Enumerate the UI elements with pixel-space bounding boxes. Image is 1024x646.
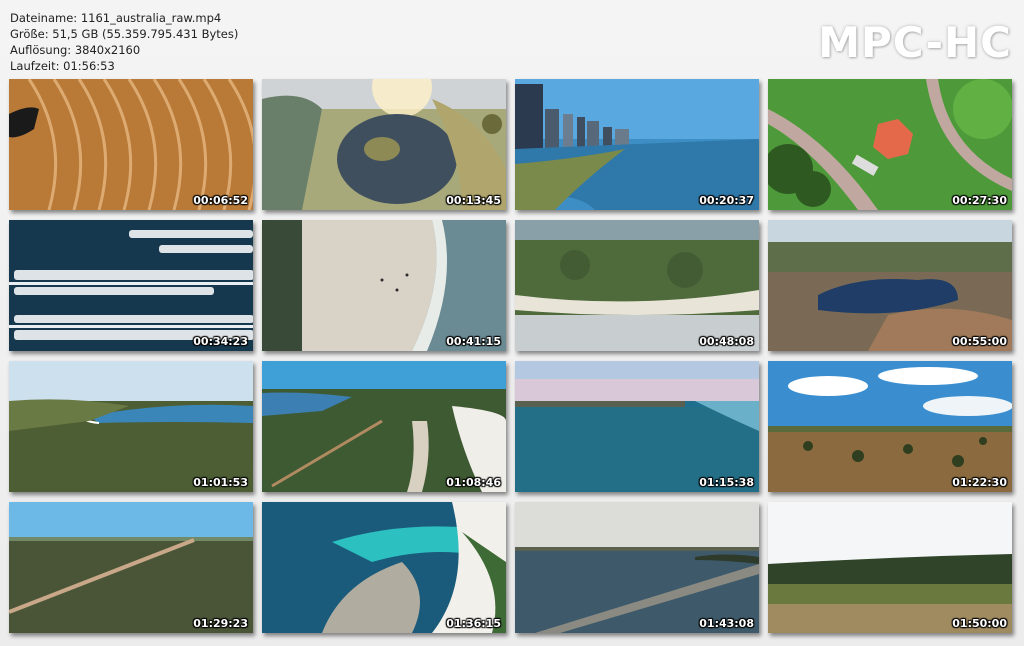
timestamp: 01:29:23 xyxy=(193,617,248,630)
thumbnail-image xyxy=(9,361,253,492)
thumbnail-5[interactable]: 00:34:23 xyxy=(9,220,253,351)
thumbnail-image xyxy=(262,361,506,492)
timestamp: 00:55:00 xyxy=(952,335,1007,348)
thumbnail-image xyxy=(262,220,506,351)
timestamp: 00:20:37 xyxy=(699,194,754,207)
thumbnail-14[interactable]: 01:36:15 xyxy=(262,502,506,633)
thumbnail-1[interactable]: 00:06:52 xyxy=(9,79,253,210)
thumbnail-16[interactable]: 01:50:00 xyxy=(768,502,1012,633)
resolution-text: Auflösung: 3840x2160 xyxy=(10,43,141,57)
timestamp: 01:43:08 xyxy=(699,617,754,630)
file-info-panel: Dateiname: 1161_australia_raw.mp4 Größe:… xyxy=(10,10,238,74)
thumbnail-image xyxy=(768,79,1012,210)
mpc-hc-logo: MPC-HC xyxy=(818,18,1012,67)
thumbnail-image xyxy=(768,361,1012,492)
thumbnail-image xyxy=(515,220,759,351)
timestamp: 01:01:53 xyxy=(193,476,248,489)
thumbnail-7[interactable]: 00:48:08 xyxy=(515,220,759,351)
duration-text: Laufzeit: 01:56:53 xyxy=(10,59,115,73)
thumbnail-15[interactable]: 01:43:08 xyxy=(515,502,759,633)
filesize-text: Größe: 51,5 GB (55.359.795.431 Bytes) xyxy=(10,27,239,41)
thumbnail-8[interactable]: 00:55:00 xyxy=(768,220,1012,351)
thumbnail-image xyxy=(515,502,759,633)
timestamp: 01:50:00 xyxy=(952,617,1007,630)
thumbnail-image xyxy=(262,79,506,210)
thumbnail-6[interactable]: 00:41:15 xyxy=(262,220,506,351)
thumbnail-image xyxy=(768,502,1012,633)
thumbnail-image xyxy=(515,79,759,210)
timestamp: 00:48:08 xyxy=(699,335,754,348)
thumbnail-4[interactable]: 00:27:30 xyxy=(768,79,1012,210)
thumbnail-grid: 00:06:52 00:13:45 00:20:37 00:27:30 00:3… xyxy=(9,79,1012,633)
timestamp: 00:13:45 xyxy=(446,194,501,207)
thumbnail-image xyxy=(262,502,506,633)
thumbnail-image xyxy=(768,220,1012,351)
timestamp: 00:34:23 xyxy=(193,335,248,348)
thumbnail-13[interactable]: 01:29:23 xyxy=(9,502,253,633)
thumbnail-2[interactable]: 00:13:45 xyxy=(262,79,506,210)
timestamp: 01:15:38 xyxy=(699,476,754,489)
thumbnail-11[interactable]: 01:15:38 xyxy=(515,361,759,492)
thumbnail-9[interactable]: 01:01:53 xyxy=(9,361,253,492)
timestamp: 01:08:46 xyxy=(446,476,501,489)
thumbnail-10[interactable]: 01:08:46 xyxy=(262,361,506,492)
timestamp: 00:27:30 xyxy=(952,194,1007,207)
thumbnail-image xyxy=(9,220,253,351)
timestamp: 00:06:52 xyxy=(193,194,248,207)
timestamp: 01:22:30 xyxy=(952,476,1007,489)
timestamp: 01:36:15 xyxy=(446,617,501,630)
thumbnail-image xyxy=(9,502,253,633)
thumbnail-12[interactable]: 01:22:30 xyxy=(768,361,1012,492)
thumbnail-image xyxy=(515,361,759,492)
thumbnail-3[interactable]: 00:20:37 xyxy=(515,79,759,210)
thumbnail-image xyxy=(9,79,253,210)
timestamp: 00:41:15 xyxy=(446,335,501,348)
filename-text: Dateiname: 1161_australia_raw.mp4 xyxy=(10,11,222,25)
